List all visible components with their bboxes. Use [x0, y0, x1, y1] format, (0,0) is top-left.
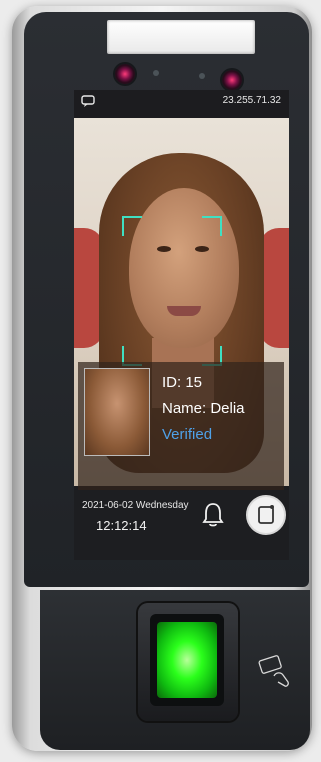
user-id: ID: 15 [162, 374, 203, 391]
verification-status: Verified [162, 426, 213, 443]
device-photo: 23.255.71.32 ID: 15 Name: Delia Verified… [0, 0, 321, 762]
frame-corner [202, 216, 222, 236]
door-icon [258, 505, 274, 524]
time-label: 12:12:14 [96, 518, 147, 533]
user-name: Name: Delia [162, 400, 245, 417]
bell-icon[interactable] [202, 502, 224, 528]
chat-icon[interactable] [81, 95, 95, 110]
footer-bar: 2021-06-02 Wednesday 12:12:14 [74, 490, 289, 560]
fill-light-bar [107, 20, 255, 54]
date-label: 2021-06-02 Wednesday [82, 500, 189, 511]
door-button[interactable] [246, 495, 286, 535]
fingerprint-sensor[interactable] [157, 622, 217, 698]
frame-corner [122, 216, 142, 236]
recognition-text: ID: 15 Name: Delia Verified [162, 370, 245, 448]
matched-face-thumbnail [84, 368, 150, 456]
camera-lens-left [115, 64, 135, 84]
ip-address: 23.255.71.32 [222, 95, 281, 106]
face-detection-frame [122, 216, 222, 366]
touch-screen[interactable]: 23.255.71.32 ID: 15 Name: Delia Verified… [74, 90, 289, 560]
sensor-dot [199, 73, 205, 79]
sensor-dot [153, 70, 159, 76]
hand-icon [273, 672, 289, 687]
card-icon [256, 654, 296, 695]
status-bar: 23.255.71.32 [74, 90, 289, 112]
camera-lens-right [222, 70, 242, 90]
recognition-result-panel: ID: 15 Name: Delia Verified [78, 362, 284, 494]
